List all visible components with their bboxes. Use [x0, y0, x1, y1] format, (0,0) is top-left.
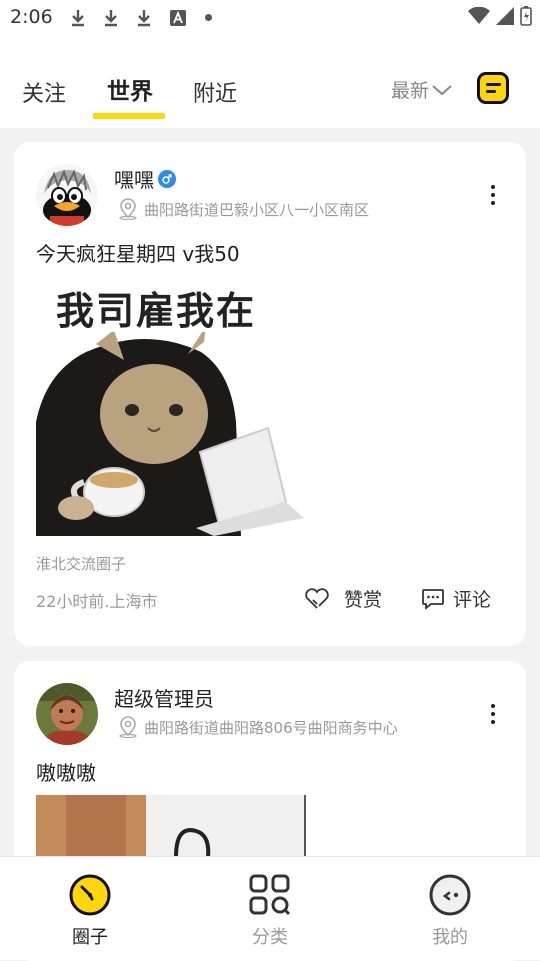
download-icon [105, 10, 117, 27]
comment-button[interactable]: 评论 [421, 585, 491, 612]
face-icon [429, 874, 471, 916]
active-tab-indicator [93, 113, 165, 119]
tab-nearby[interactable]: 附近 [193, 76, 237, 108]
status-bar: 2:06 [0, 0, 540, 36]
post-image[interactable]: 我司雇我在 [36, 276, 304, 536]
more-options-icon[interactable] [490, 185, 496, 205]
image-caption: 我司雇我在 [56, 289, 257, 333]
menu-line [486, 83, 501, 86]
location[interactable]: 曲阳路街道巴毅小区八一小区南区 [118, 198, 369, 220]
comment-icon [422, 588, 444, 610]
avatar-image [36, 683, 98, 745]
sort-dropdown[interactable]: 最新 [391, 76, 453, 103]
username[interactable]: 嘿嘿 [114, 164, 176, 193]
nav-label: 分类 [252, 927, 288, 948]
post-image[interactable] [36, 795, 306, 857]
app-notification-icon [170, 10, 186, 26]
filter-menu-button[interactable] [477, 72, 509, 104]
location-pin-icon [119, 716, 137, 738]
location[interactable]: 曲阳路街道曲阳路806号曲阳商务中心 [118, 716, 398, 738]
reward-button[interactable]: 赞赏 [304, 585, 382, 612]
username[interactable]: 超级管理员 [114, 683, 214, 712]
top-nav: 关注 世界 附近 最新 [0, 36, 540, 128]
reward-label: 赞赏 [344, 589, 383, 611]
comment-label: 评论 [453, 589, 492, 611]
circle-name[interactable]: 淮北交流圈子 [36, 553, 126, 574]
post-card[interactable]: 嘿嘿 曲阳路街道巴毅小区八一小区南区 今天疯狂星期四 v我50 我司雇我在 淮北 [14, 142, 526, 646]
location-text: 曲阳路街道巴毅小区八一小区南区 [144, 200, 370, 219]
username-text: 嘿嘿 [114, 168, 154, 192]
nav-category[interactable]: 分类 [220, 873, 320, 949]
male-icon [158, 169, 176, 188]
wifi-icon [468, 7, 490, 24]
status-icons [468, 6, 532, 26]
cat-meme-image [36, 332, 304, 536]
more-options-icon[interactable] [490, 704, 496, 724]
post-photo [36, 795, 306, 857]
post-text: 嗷嗷嗷 [36, 761, 96, 785]
compass-icon [69, 874, 111, 916]
nav-label: 圈子 [72, 927, 108, 948]
avatar-image [36, 164, 98, 226]
sort-label: 最新 [391, 80, 430, 102]
avatar[interactable] [36, 164, 98, 226]
avatar[interactable] [36, 683, 98, 745]
battery-icon [520, 6, 532, 26]
nav-label: 我的 [432, 927, 468, 948]
status-time: 2:06 [10, 6, 53, 28]
post-time: 22小时前.上海市 [36, 592, 158, 611]
nav-circle[interactable]: 圈子 [40, 873, 140, 949]
more-notifications-dot [205, 14, 212, 21]
username-text: 超级管理员 [114, 687, 214, 711]
menu-line [486, 90, 496, 93]
location-pin-icon [119, 198, 137, 220]
category-search-icon [249, 874, 291, 916]
nav-profile[interactable]: 我的 [400, 873, 500, 949]
post-text: 今天疯狂星期四 v我50 [36, 242, 240, 266]
download-icon [72, 10, 84, 27]
tab-following[interactable]: 关注 [22, 76, 66, 108]
bottom-nav: 圈子 分类 我的 [0, 856, 540, 960]
location-text: 曲阳路街道曲阳路806号曲阳商务中心 [144, 718, 398, 737]
signal-icon [496, 7, 514, 25]
chevron-down-icon [432, 84, 452, 95]
download-icon [138, 10, 150, 27]
tab-world[interactable]: 世界 [107, 72, 153, 106]
heart-icon [305, 587, 329, 609]
